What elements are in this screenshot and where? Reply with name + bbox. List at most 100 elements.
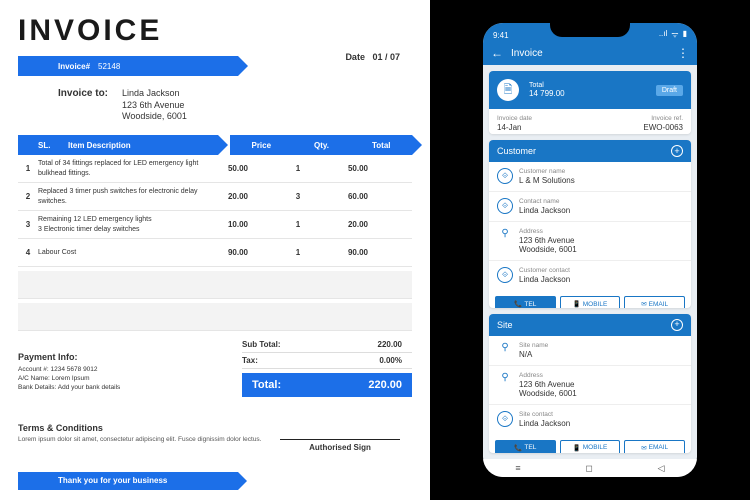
- phone-icon: 📞: [514, 444, 522, 452]
- mobile-button[interactable]: 📱MOBILE: [560, 296, 621, 308]
- cust-contact-label: Contact name: [519, 198, 570, 205]
- email-button[interactable]: ✉EMAIL: [624, 296, 685, 308]
- row-total: 50.00: [328, 164, 388, 173]
- row-qty: 1: [268, 248, 328, 257]
- row-price: 10.00: [208, 220, 268, 229]
- tel-button[interactable]: 📞TEL: [495, 440, 556, 453]
- mobile-label: MOBILE: [583, 444, 608, 451]
- date-label: Date: [345, 52, 365, 62]
- date-value: 01 / 07: [372, 52, 400, 62]
- col-price: Price: [251, 141, 271, 150]
- phone-notch: [550, 23, 630, 37]
- empty-row: [18, 303, 412, 331]
- subtotal-value: 220.00: [378, 340, 402, 349]
- add-site-icon[interactable]: +: [671, 319, 683, 331]
- total-label: Total:: [252, 379, 281, 391]
- phone-area: 9:41 ..ıl ᯤ ▮ ← Invoice ⋮ 🗎 To: [430, 0, 750, 500]
- table-row: 3 Remaining 12 LED emergency lights 3 El…: [18, 211, 412, 239]
- col-sl: SL.: [38, 141, 68, 150]
- email-label: EMAIL: [649, 444, 669, 451]
- tax-value: 0.00%: [379, 356, 402, 365]
- list-item[interactable]: ⚲ Site nameN/A: [489, 336, 691, 365]
- add-customer-icon[interactable]: +: [671, 145, 683, 157]
- bank-label: Bank Details:: [18, 384, 56, 391]
- email-icon: ✉: [641, 444, 646, 452]
- site-card: Site + ⚲ Site nameN/A ⚲ Address123 6th A…: [489, 314, 691, 453]
- row-sl: 2: [18, 192, 38, 201]
- to-name: Linda Jackson: [122, 88, 187, 100]
- list-item[interactable]: ⚲ Address123 6th Avenue Woodside, 6001: [489, 365, 691, 404]
- phone-screen: 9:41 ..ıl ᯤ ▮ ← Invoice ⋮ 🗎 To: [483, 23, 697, 477]
- table-row: 4 Labour Cost 90.00 1 90.00: [18, 239, 412, 267]
- email-label: EMAIL: [649, 301, 669, 308]
- nav-recent-icon[interactable]: ≡: [515, 463, 520, 473]
- account-value: 1234 5678 9012: [51, 366, 98, 373]
- row-price: 50.00: [208, 164, 268, 173]
- person-icon: ⟐: [497, 411, 513, 427]
- battery-icon: ▮: [683, 29, 687, 40]
- tel-label: TEL: [524, 301, 536, 308]
- terms-heading: Terms & Conditions: [18, 423, 278, 433]
- col-total: Total: [372, 141, 391, 150]
- phone-frame: 9:41 ..ıl ᯤ ▮ ← Invoice ⋮ 🗎 To: [475, 15, 705, 485]
- android-nav-bar: ≡ ◻ ◁: [483, 459, 697, 477]
- mobile-icon: 📱: [573, 444, 581, 452]
- terms: Terms & Conditions Lorem ipsum dolor sit…: [18, 423, 278, 444]
- signature-line: Authorised Sign: [280, 439, 400, 452]
- row-price: 90.00: [208, 248, 268, 257]
- cust-contact2-value: Linda Jackson: [519, 275, 570, 284]
- list-item[interactable]: ⟐ Customer nameL & M Solutions: [489, 162, 691, 191]
- kebab-menu-icon[interactable]: ⋮: [677, 46, 689, 60]
- clock: 9:41: [493, 31, 509, 40]
- person-icon: ⟐: [497, 267, 513, 283]
- bank-value: Add your bank details: [58, 384, 121, 391]
- inv-date-value[interactable]: 14-Jan: [497, 123, 587, 132]
- list-item[interactable]: ⟐ Customer contactLinda Jackson: [489, 260, 691, 290]
- row-total: 20.00: [328, 220, 388, 229]
- screen-title: Invoice: [511, 48, 669, 59]
- nav-home-icon[interactable]: ◻: [585, 463, 592, 474]
- table-row: 1 Total of 34 fittings replaced for LED …: [18, 155, 412, 183]
- total-label: Total: [529, 82, 646, 89]
- email-button[interactable]: ✉EMAIL: [624, 440, 685, 453]
- row-price: 20.00: [208, 192, 268, 201]
- link-icon: ⟐: [497, 168, 513, 184]
- pin-icon: ⚲: [497, 372, 513, 383]
- list-item[interactable]: ⚲ Address123 6th Avenue Woodside, 6001: [489, 221, 691, 260]
- tel-button[interactable]: 📞TEL: [495, 296, 556, 308]
- empty-row: [18, 271, 412, 299]
- phone-icon: 📞: [514, 300, 522, 308]
- tel-label: TEL: [524, 444, 536, 451]
- table-header: SL.Item Description Price Qty. Total: [18, 135, 412, 155]
- inv-ref-value[interactable]: EWO-0063: [593, 123, 683, 132]
- table-row: 2 Replaced 3 timer push switches for ele…: [18, 183, 412, 211]
- thanks-bar: Thank you for your business: [18, 472, 238, 490]
- totals-block: Sub Total:220.00 Tax:0.00% Total:220.00: [242, 337, 412, 397]
- list-item[interactable]: ⟐ Site contactLinda Jackson: [489, 404, 691, 434]
- payment-info: Payment Info: Account #: 1234 5678 9012 …: [18, 352, 198, 392]
- invoice-number-bar: Invoice# 52148: [18, 56, 238, 76]
- acname-label: A/C Name:: [18, 375, 50, 382]
- pin-icon: ⚲: [497, 228, 513, 239]
- scroll-area[interactable]: 🗎 Total 14 799.00 Draft Invoice date 14-…: [483, 65, 697, 459]
- tax-label: Tax:: [242, 356, 258, 365]
- back-icon[interactable]: ←: [491, 46, 503, 60]
- document-icon: 🗎: [497, 79, 519, 101]
- site-contact-value: Linda Jackson: [519, 419, 570, 428]
- cust-addr-value: 123 6th Avenue Woodside, 6001: [519, 236, 577, 254]
- col-qty: Qty.: [314, 141, 329, 150]
- person-icon: ⟐: [497, 198, 513, 214]
- status-badge: Draft: [656, 85, 683, 96]
- mobile-button[interactable]: 📱MOBILE: [560, 440, 621, 453]
- invoice-to-label: Invoice to:: [58, 88, 108, 123]
- total-amount: 14 799.00: [529, 89, 646, 98]
- col-desc: Item Description: [68, 141, 131, 150]
- site-addr-label: Address: [519, 372, 577, 379]
- site-name-value: N/A: [519, 350, 548, 359]
- nav-back-icon[interactable]: ◁: [658, 463, 665, 474]
- row-qty: 1: [268, 164, 328, 173]
- row-sl: 1: [18, 164, 38, 173]
- invoice-number: 52148: [98, 62, 120, 71]
- total-card: 🗎 Total 14 799.00 Draft Invoice date 14-…: [489, 71, 691, 134]
- list-item[interactable]: ⟐ Contact nameLinda Jackson: [489, 191, 691, 221]
